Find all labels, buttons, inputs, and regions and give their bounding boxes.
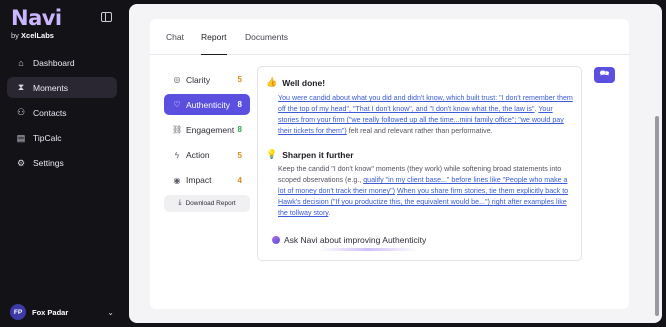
ask-navi-label: Ask Navi about improving Authenticity (284, 235, 427, 245)
ask-glow-decoration (318, 248, 418, 251)
gear-icon: ⚙ (16, 157, 26, 168)
byline-brand: XcelLabs (21, 31, 54, 40)
download-report-label: Download Report (185, 199, 236, 207)
download-report-button[interactable]: ⤓ Download Report (164, 194, 250, 212)
heart-icon: ♡ (173, 100, 181, 110)
byline-prefix: by (11, 31, 19, 40)
sidebar: Navi by XcelLabs ⌂ Dashboard ⧗ Moments ⚇… (0, 0, 125, 327)
bullseye-icon: ◉ (173, 175, 181, 185)
tab-chat[interactable]: Chat (166, 32, 184, 55)
tab-documents[interactable]: Documents (245, 32, 288, 55)
thumbs-up-icon: 👍 (266, 77, 278, 87)
tab-bar: Chat Report Documents (150, 19, 629, 55)
category-score: 5 (237, 75, 242, 84)
report-card: Chat Report Documents ◎ Clarity 5 ♡ Auth… (150, 19, 629, 309)
user-name: Fox Padar (32, 307, 69, 317)
sidebar-item-settings[interactable]: ⚙ Settings (7, 153, 117, 174)
sharpen-title: Sharpen it further (282, 149, 354, 160)
sidebar-nav: ⌂ Dashboard ⧗ Moments ⚇ Contacts ▤ TipCa… (7, 52, 117, 178)
chevron-down-icon[interactable]: ⌄ (107, 308, 114, 317)
users-icon: ⚇ (16, 107, 26, 118)
sharpen-heading: 💡 Sharpen it further (266, 149, 354, 160)
category-engagement[interactable]: ⛓ Engagement 8 (164, 119, 250, 140)
navi-sparkle-icon (272, 236, 280, 244)
category-label: Clarity (186, 74, 211, 85)
chat-bubbles-icon: 🗪 (599, 69, 610, 78)
sidebar-item-label: Settings (33, 158, 64, 169)
sidebar-item-label: Contacts (33, 107, 67, 118)
category-label: Authenticity (186, 99, 230, 110)
category-score: 8 (237, 100, 242, 110)
main-area: Chat Report Documents ◎ Clarity 5 ♡ Auth… (125, 0, 666, 327)
content-panel: Chat Report Documents ◎ Clarity 5 ♡ Auth… (129, 4, 662, 323)
category-label: Engagement (186, 124, 235, 135)
category-score: 5 (237, 150, 242, 160)
category-clarity[interactable]: ◎ Clarity 5 (164, 69, 250, 90)
open-chat-button[interactable]: 🗪 (594, 67, 615, 83)
ask-navi-button[interactable]: Ask Navi about improving Authenticity (272, 235, 426, 245)
well-done-title: Well done! (282, 77, 326, 88)
category-label: Impact (186, 175, 212, 186)
plain-text: . (328, 209, 331, 217)
quoted-evidence-link[interactable]: You were candid about what you did and d… (278, 94, 573, 113)
scrollbar[interactable] (655, 116, 659, 316)
well-done-text: You were candid about what you did and d… (278, 93, 575, 137)
plain-text: felt real and relevant rather than perfo… (346, 127, 493, 135)
document-icon: ▤ (16, 132, 26, 143)
sidebar-item-label: TipCalc (33, 133, 62, 144)
sidebar-item-contacts[interactable]: ⚇ Contacts (7, 102, 117, 123)
sidebar-item-tipcalc[interactable]: ▤ TipCalc (7, 128, 117, 149)
hourglass-icon: ⧗ (17, 82, 25, 93)
app-logo[interactable]: Navi (11, 6, 62, 30)
category-authenticity[interactable]: ♡ Authenticity 8 (164, 94, 250, 116)
download-icon: ⤓ (178, 199, 182, 207)
category-score: 4 (237, 175, 242, 185)
link-icon: ⛓ (172, 125, 183, 135)
sidebar-item-label: Dashboard (33, 57, 75, 68)
sidebar-item-dashboard[interactable]: ⌂ Dashboard (7, 52, 117, 73)
user-menu[interactable]: FP Fox Padar ⌄ (10, 304, 114, 320)
well-done-heading: 👍 Well done! (266, 77, 325, 88)
avatar: FP (10, 304, 26, 320)
category-label: Action (186, 150, 210, 161)
sidebar-collapse-icon[interactable] (101, 12, 112, 22)
sidebar-item-moments[interactable]: ⧗ Moments (7, 77, 117, 99)
lightbulb-icon: 💡 (266, 149, 278, 159)
lightning-icon: ϟ (174, 150, 180, 160)
category-action[interactable]: ϟ Action 5 (164, 145, 250, 166)
app-byline: by XcelLabs (11, 31, 54, 40)
category-list: ◎ Clarity 5 ♡ Authenticity 8 ⛓ Engagemen… (164, 69, 250, 212)
feedback-box: 👍 Well done! You were candid about what … (257, 66, 582, 261)
target-icon: ◎ (173, 75, 181, 84)
category-impact[interactable]: ◉ Impact 4 (164, 170, 250, 191)
category-score: 8 (237, 125, 242, 135)
home-icon: ⌂ (18, 57, 24, 68)
sidebar-item-label: Moments (33, 82, 68, 93)
tab-report[interactable]: Report (201, 32, 227, 55)
sharpen-text: Keep the candid "I don't know" moments (… (278, 164, 575, 219)
